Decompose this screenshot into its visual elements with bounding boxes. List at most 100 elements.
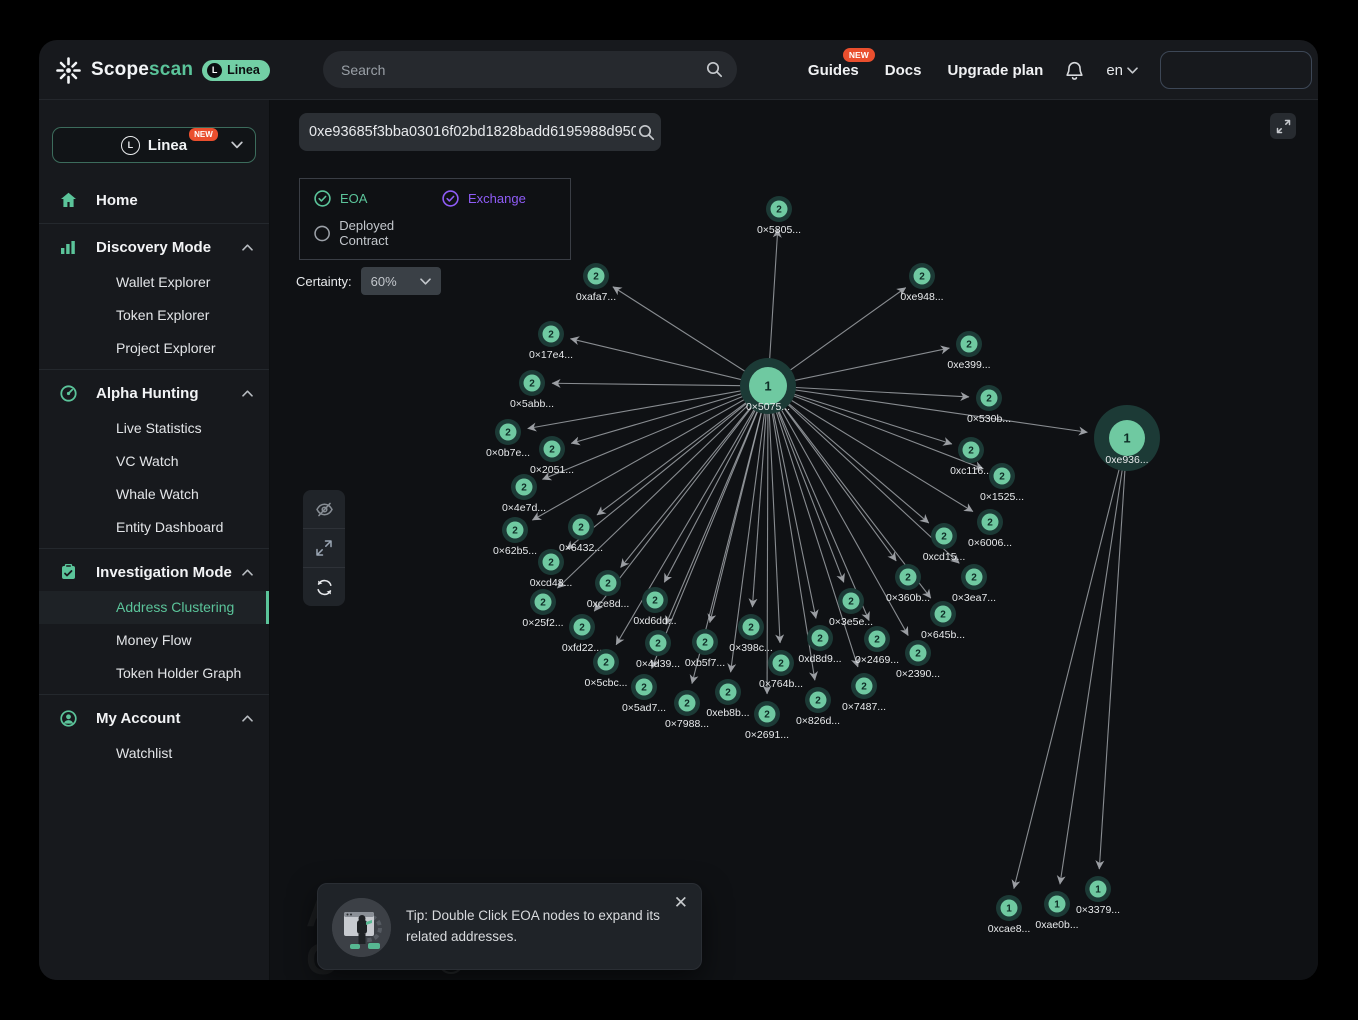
graph-node-s62b5[interactable]: 20×62b5...: [493, 517, 537, 557]
sidebar-header-investigation-mode[interactable]: Investigation Mode: [39, 553, 269, 591]
sidebar-nav: Home Discovery ModeWallet ExplorerToken …: [39, 177, 269, 774]
sidebar-item-watchlist[interactable]: Watchlist: [39, 737, 269, 770]
refresh-graph-button[interactable]: [303, 567, 345, 606]
graph-node-s360b[interactable]: 20×360b...: [886, 564, 930, 604]
search-input[interactable]: [323, 62, 706, 78]
graph-node-s5ad7[interactable]: 20×5ad7...: [622, 674, 666, 714]
topbar-link-upgrade-plan[interactable]: Upgrade plan: [947, 62, 1043, 79]
graph-node-lae0b[interactable]: 10xae0b...: [1035, 891, 1078, 931]
clipboard-icon: [59, 564, 77, 580]
sidebar-item-entity-dashboard[interactable]: Entity Dashboard: [39, 511, 269, 544]
sidebar-item-wallet-explorer[interactable]: Wallet Explorer: [39, 266, 269, 299]
notifications-bell-icon[interactable]: [1065, 60, 1084, 80]
graph-node-s2390[interactable]: 20×2390...: [896, 640, 940, 680]
graph-node-label: 0×530b...: [967, 413, 1011, 425]
sidebar-item-live-statistics[interactable]: Live Statistics: [39, 412, 269, 445]
graph-node-label: 0xe936...: [1105, 454, 1148, 466]
graph-node-s5cbc[interactable]: 2 0×5cbc...: [585, 649, 628, 689]
graph-node-s7988[interactable]: 20×7988...: [665, 690, 709, 730]
graph-node-s2051[interactable]: 20×2051...: [530, 436, 574, 476]
graph-node-seb8b[interactable]: 20xeb8b...: [706, 679, 749, 719]
address-input[interactable]: [299, 124, 638, 140]
graph-node-sd6dd[interactable]: 20xd6dd...: [633, 587, 676, 627]
wallet-connect-button[interactable]: [1160, 51, 1312, 89]
graph-node-s645b[interactable]: 20×645b...: [921, 601, 965, 641]
language-selector[interactable]: en: [1106, 62, 1138, 79]
graph-node-s17e4[interactable]: 20×17e4...: [529, 321, 573, 361]
graph-node-sfd22[interactable]: 20xfd22...: [562, 614, 602, 654]
graph-node-sce8d[interactable]: 20xce8d...: [587, 570, 630, 610]
topbar-link-docs[interactable]: Docs: [885, 62, 922, 79]
graph-node-s530b[interactable]: 2 0×530b...: [967, 385, 1011, 425]
graph-node-s3ea7[interactable]: 20×3ea7...: [952, 564, 996, 604]
certainty-select[interactable]: 60%: [361, 267, 441, 295]
sidebar-header-alpha-hunting[interactable]: Alpha Hunting: [39, 374, 269, 412]
network-selector[interactable]: L LineaNEW: [52, 127, 256, 163]
sidebar: L LineaNEW Home Discovery ModeWallet Exp…: [39, 100, 270, 980]
sidebar-item-vc-watch[interactable]: VC Watch: [39, 445, 269, 478]
linea-network-icon: L: [121, 136, 140, 155]
graph-node-hub[interactable]: 10×5075...: [740, 358, 796, 414]
legend-item-exchange[interactable]: Exchange: [442, 190, 570, 207]
graph-node-s25f2[interactable]: 20×25f2...: [522, 589, 563, 629]
svg-text:1: 1: [764, 379, 771, 394]
svg-text:2: 2: [848, 597, 854, 608]
graph-node-sc116[interactable]: 20xc116...: [950, 437, 992, 477]
graph-node-s5abb[interactable]: 20×5abb...: [510, 370, 554, 410]
graph-node-sb5f7[interactable]: 20xb5f7...: [685, 629, 725, 669]
svg-text:2: 2: [505, 428, 511, 439]
global-search: [323, 51, 737, 88]
graph-node-s6432[interactable]: 20×6432...: [559, 514, 603, 554]
graph-node-s4d39[interactable]: 20×4d39...: [636, 630, 680, 670]
graph-node-e936[interactable]: 10xe936...: [1094, 405, 1160, 471]
hide-nodes-button[interactable]: [303, 490, 345, 528]
check-circle-icon: [442, 190, 459, 207]
graph-node-s6006[interactable]: 20×6006...: [968, 509, 1012, 549]
graph-node-s764b[interactable]: 20×764b...: [759, 650, 803, 690]
chevron-down-icon: [420, 278, 431, 285]
topbar-link-guides[interactable]: GuidesNEW: [808, 62, 859, 79]
graph-node-s5805[interactable]: 20×5805...: [757, 196, 801, 236]
expand-graph-button[interactable]: [303, 528, 345, 567]
graph-node-sd8d9[interactable]: 20xd8d9...: [798, 625, 841, 665]
graph-node-s826d[interactable]: 20×826d...: [796, 687, 840, 727]
svg-text:2: 2: [966, 340, 972, 351]
sidebar-section-discovery-mode: Discovery ModeWallet ExplorerToken Explo…: [39, 224, 269, 370]
legend-item-eoa[interactable]: EOA: [314, 190, 442, 207]
close-icon[interactable]: ✕: [674, 894, 688, 911]
sidebar-header-home[interactable]: Home: [39, 181, 269, 219]
graph-node-s2469[interactable]: 20×2469...: [855, 626, 899, 666]
search-icon[interactable]: [638, 124, 655, 141]
graph-node-s7487[interactable]: 20×7487...: [842, 673, 886, 713]
graph-node-s0b7e[interactable]: 20×0b7e...: [486, 419, 530, 459]
graph-node-label: 0xce8d...: [587, 598, 630, 610]
sidebar-item-token-holder-graph[interactable]: Token Holder Graph: [39, 657, 269, 690]
brand-scope: Scope: [91, 59, 149, 80]
graph-node-lcae8[interactable]: 10xcae8...: [988, 895, 1031, 935]
graph-node-label: 0×2469...: [855, 654, 899, 666]
legend-item-deployed-contract[interactable]: Deployed Contract: [314, 218, 442, 248]
sidebar-header-discovery-mode[interactable]: Discovery Mode: [39, 228, 269, 266]
graph-node-label: 0xeb8b...: [706, 707, 749, 719]
graph-node-s3e5e[interactable]: 20×3e5e...: [829, 588, 873, 628]
sidebar-item-whale-watch[interactable]: Whale Watch: [39, 478, 269, 511]
graph-node-scd15[interactable]: 20xcd15...: [923, 523, 966, 563]
graph-node-safa7[interactable]: 20xafa7...: [576, 263, 616, 303]
sidebar-header-my-account[interactable]: My Account: [39, 699, 269, 737]
svg-text:2: 2: [548, 558, 554, 569]
graph-toolbar: [303, 490, 345, 606]
chart-icon: [59, 240, 77, 255]
graph-node-se399[interactable]: 20xe399...: [947, 331, 990, 371]
sidebar-item-project-explorer[interactable]: Project Explorer: [39, 332, 269, 365]
sidebar-item-address-clustering[interactable]: Address Clustering: [39, 591, 269, 624]
sidebar-item-money-flow[interactable]: Money Flow: [39, 624, 269, 657]
fullscreen-button[interactable]: [1270, 113, 1296, 139]
svg-text:2: 2: [603, 658, 609, 669]
graph-node-s2691[interactable]: 20×2691...: [745, 701, 789, 741]
sidebar-item-token-explorer[interactable]: Token Explorer: [39, 299, 269, 332]
graph-node-se948[interactable]: 20xe948...: [900, 263, 943, 303]
graph-node-label: 0×5cbc...: [585, 677, 628, 689]
graph-node-l3379[interactable]: 10×3379...: [1076, 876, 1120, 916]
svg-text:2: 2: [986, 394, 992, 405]
graph-node-s4e7d[interactable]: 20×4e7d...: [502, 474, 546, 514]
